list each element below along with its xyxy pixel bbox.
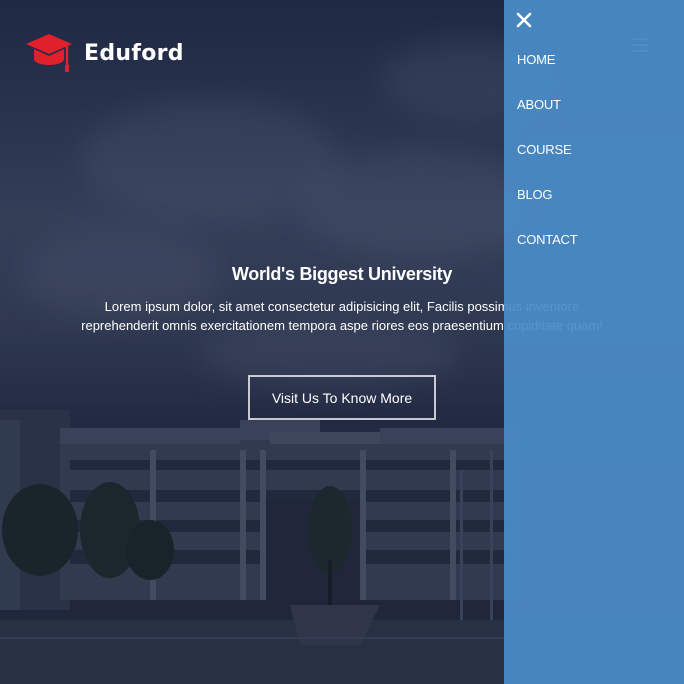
graduation-cap-icon xyxy=(26,34,72,72)
close-icon[interactable] xyxy=(514,10,534,30)
nav-item-course[interactable]: COURSE xyxy=(517,142,577,187)
nav-item-home[interactable]: HOME xyxy=(517,52,577,97)
side-navigation-menu: HOME ABOUT COURSE BLOG CONTACT xyxy=(504,0,684,684)
brand-name: Eduford xyxy=(84,40,184,66)
nav-item-contact[interactable]: CONTACT xyxy=(517,232,578,277)
nav-item-blog[interactable]: BLOG xyxy=(517,187,577,232)
brand-logo[interactable]: Eduford xyxy=(24,32,184,74)
visit-us-button[interactable]: Visit Us To Know More xyxy=(248,375,436,420)
nav-list: HOME ABOUT COURSE BLOG CONTACT xyxy=(517,52,578,277)
nav-item-about[interactable]: ABOUT xyxy=(517,97,577,142)
